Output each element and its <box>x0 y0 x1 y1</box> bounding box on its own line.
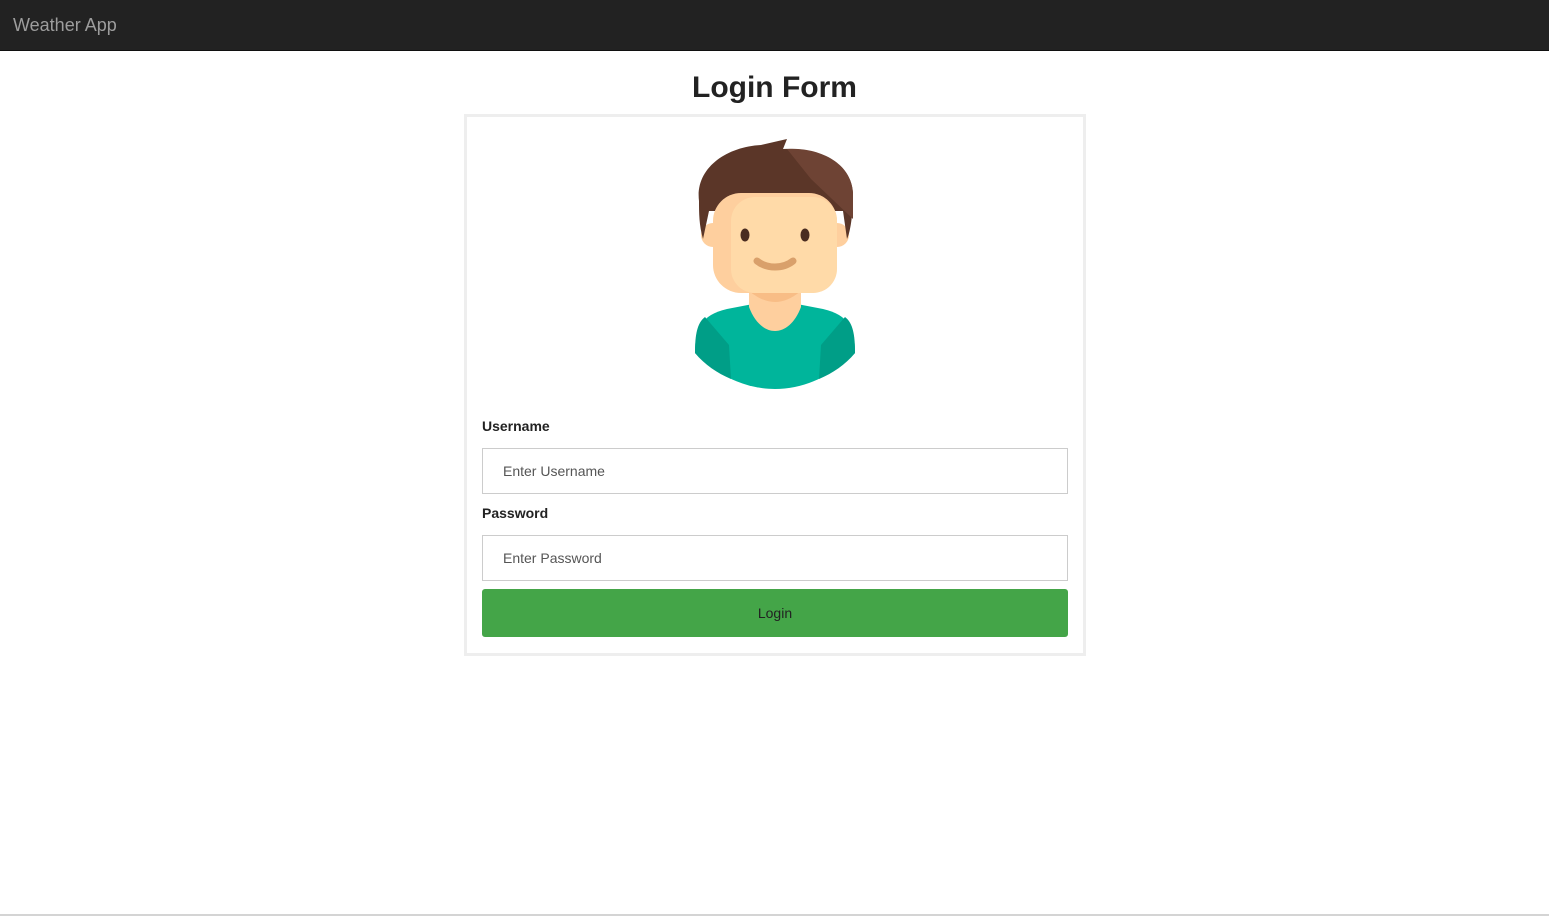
username-input[interactable] <box>482 448 1068 494</box>
login-button[interactable]: Login <box>482 589 1068 637</box>
page-title: Login Form <box>692 71 857 104</box>
password-label: Password <box>482 505 549 521</box>
user-avatar-icon <box>695 139 855 389</box>
brand-link[interactable]: Weather App <box>13 13 117 37</box>
password-input[interactable] <box>482 535 1068 581</box>
navbar: Weather App <box>0 0 1549 51</box>
username-label: Username <box>482 418 550 434</box>
page-bottom-divider <box>0 914 1549 916</box>
login-form: Username Password Login <box>464 114 1086 656</box>
